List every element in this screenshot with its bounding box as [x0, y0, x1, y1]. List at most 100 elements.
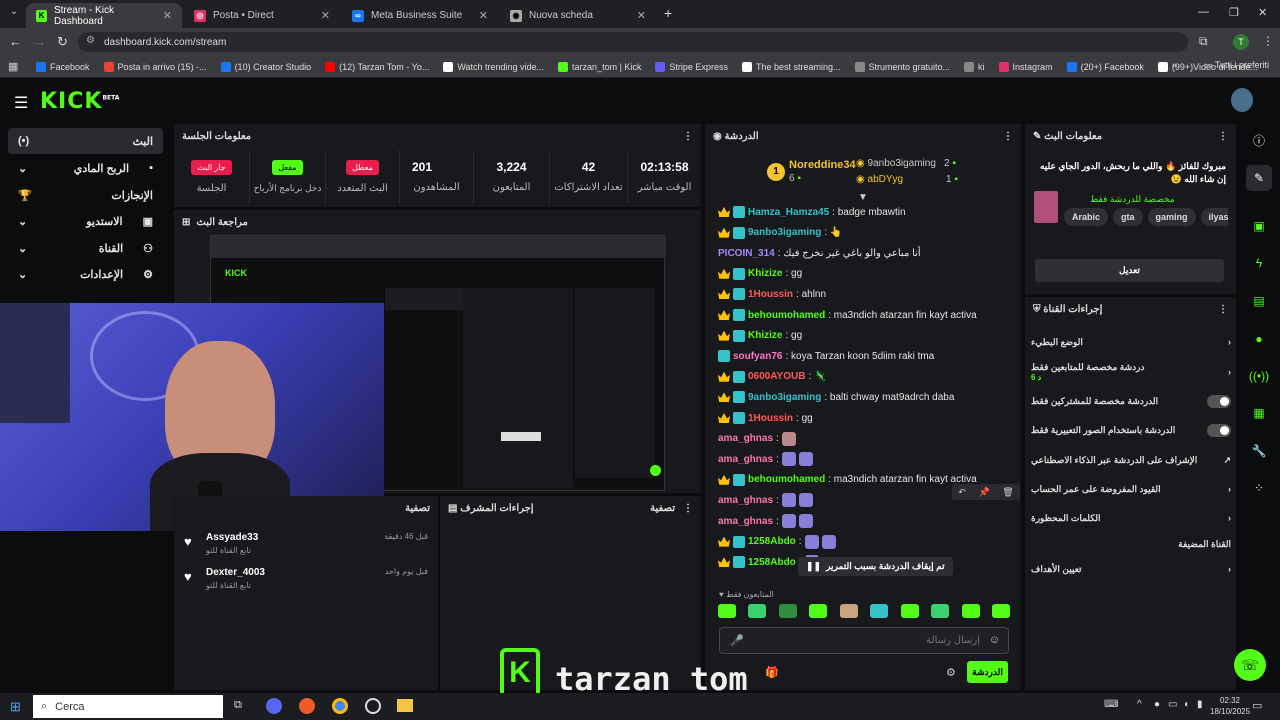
- chat-emote[interactable]: [798, 452, 813, 467]
- pin-icon[interactable]: 📌: [978, 487, 989, 498]
- microphone-icon[interactable]: 🎤: [730, 634, 744, 647]
- chat-username[interactable]: ama_ghnas: [718, 516, 773, 527]
- taskbar-clock[interactable]: 02:32 18/10/2025: [1210, 695, 1250, 717]
- forward-icon[interactable]: →: [33, 34, 46, 49]
- emote[interactable]: [931, 604, 950, 618]
- edit-stream-button[interactable]: تعديل: [1035, 259, 1224, 282]
- gift-icon[interactable]: 🎁: [765, 666, 779, 679]
- close-icon[interactable]: ✕: [479, 9, 488, 22]
- taskbar-search[interactable]: ⌕ Cerca: [33, 695, 223, 718]
- chat-message[interactable]: 0600AYOUB: 🦎: [718, 367, 826, 387]
- panel-menu-icon[interactable]: ⋮: [1003, 131, 1013, 142]
- chat-emote[interactable]: [804, 534, 819, 549]
- chat-message[interactable]: ama_ghnas:: [718, 449, 813, 469]
- chat-message[interactable]: PICOIN_314: أنا مباعي والو باغي غير نخرج…: [718, 243, 921, 263]
- network-icon[interactable]: ▭: [1168, 699, 1177, 710]
- chat-emote[interactable]: [798, 493, 813, 508]
- chat-message-field[interactable]: [750, 631, 980, 650]
- chat-username[interactable]: behoumohamed: [748, 474, 825, 485]
- chat-username[interactable]: 9anbo3igaming: [748, 227, 821, 238]
- panel-menu-icon[interactable]: ⋮: [1218, 304, 1228, 315]
- chat-message[interactable]: ama_ghnas:: [718, 429, 796, 449]
- tab-search-icon[interactable]: ⌄: [6, 6, 22, 22]
- hamburger-menu-icon[interactable]: ☰: [14, 93, 28, 113]
- chat-username[interactable]: Khizize: [748, 268, 782, 279]
- chat-message[interactable]: Hamza_Hamza45: badge mbawtin: [718, 202, 906, 222]
- close-icon[interactable]: ✕: [163, 9, 172, 22]
- emote[interactable]: [809, 604, 828, 618]
- bookmark-item[interactable]: tarzan_tom | Kick: [558, 61, 641, 72]
- chat-username[interactable]: 1258Abdo: [748, 536, 796, 547]
- nav-item-stream[interactable]: (•) البث: [8, 128, 163, 154]
- battery-icon[interactable]: ▮: [1197, 699, 1203, 710]
- close-icon[interactable]: ✕: [321, 9, 330, 22]
- tag[interactable]: gaming: [1147, 208, 1196, 226]
- tab-instagram-direct[interactable]: ◎ Posta • Direct ✕: [184, 3, 340, 28]
- category-name[interactable]: مخصصة للدردشة فقط: [1090, 194, 1175, 205]
- volume-icon[interactable]: ◖: [1183, 699, 1189, 710]
- emote[interactable]: [991, 604, 1010, 618]
- profile-avatar[interactable]: T: [1233, 34, 1249, 50]
- set-goals-option[interactable]: تعيين الأهداف ›: [1031, 555, 1231, 583]
- file-explorer-icon[interactable]: [397, 699, 413, 712]
- followers-only-option[interactable]: دردشة مخصصة للمتابعين فقط 6 د ›: [1031, 358, 1231, 386]
- brave-icon[interactable]: [299, 698, 315, 714]
- emote[interactable]: [748, 604, 767, 618]
- chat-message[interactable]: behoumohamed: ma3ndich atarzan fin kayt …: [718, 470, 977, 490]
- broadcast-icon[interactable]: ((•)): [1246, 363, 1272, 389]
- bookmark-item[interactable]: Facebook: [36, 61, 90, 72]
- window-close-icon[interactable]: ✕: [1258, 6, 1267, 19]
- kick-logo[interactable]: KICKBETA: [40, 89, 119, 114]
- emote[interactable]: [870, 604, 889, 618]
- chat-settings-icon[interactable]: ⚙: [946, 666, 956, 679]
- chat-username[interactable]: Khizize: [748, 330, 782, 341]
- tab-new-tab[interactable]: ◉ Nuova scheda ✕: [500, 3, 656, 28]
- emote[interactable]: [718, 604, 736, 618]
- wrench-icon[interactable]: 🔧: [1246, 438, 1272, 464]
- chat-paused-banner[interactable]: ❚❚ تم إيقاف الدردشة بسبب التمرير: [798, 557, 953, 576]
- tag[interactable]: ilyaselmaliki: [1200, 208, 1228, 226]
- chat-emote[interactable]: [821, 534, 836, 549]
- nav-item-channel[interactable]: ⌄ القناة ⚇: [8, 235, 163, 261]
- tab-meta-business[interactable]: ∞ Meta Business Suite ✕: [342, 3, 498, 28]
- chat-username[interactable]: Hamza_Hamza45: [748, 207, 829, 218]
- top-chatter-name[interactable]: Noreddine34: [789, 159, 856, 171]
- send-chat-button[interactable]: الدردشة: [967, 661, 1008, 683]
- lightning-icon[interactable]: ϟ: [1246, 250, 1272, 276]
- chat-username[interactable]: 0600AYOUB: [748, 371, 805, 382]
- emote[interactable]: [839, 604, 858, 618]
- chat-emote[interactable]: [798, 514, 813, 528]
- info-icon[interactable]: ⓘ: [1246, 127, 1272, 153]
- tag[interactable]: gta: [1113, 208, 1143, 226]
- bookmark-item[interactable]: (10) Creator Studio: [220, 61, 311, 72]
- bookmark-item[interactable]: Watch trending vide...: [443, 61, 544, 72]
- chat-emote[interactable]: [781, 431, 796, 446]
- tab-kick-dashboard[interactable]: K Stream - Kick Dashboard ✕: [26, 3, 182, 28]
- obs-icon[interactable]: [365, 698, 381, 714]
- category-thumbnail[interactable]: [1034, 191, 1058, 223]
- user-avatar[interactable]: [1231, 88, 1253, 112]
- top-chatter-2[interactable]: ◉ 9anbo3igaming: [856, 158, 936, 169]
- notification-icon[interactable]: ▭: [1252, 699, 1262, 712]
- chat-input[interactable]: 🎤 ☺: [719, 627, 1009, 654]
- url-field[interactable]: ⚙ dashboard.kick.com/stream: [78, 32, 1188, 52]
- minimize-icon[interactable]: —: [1198, 6, 1209, 18]
- top-chatter-3[interactable]: ◉ abDYyg: [856, 174, 903, 185]
- chat-username[interactable]: 1258Abdo: [748, 557, 796, 568]
- nav-item-studio[interactable]: ⌄ الاستديو ▣: [8, 208, 163, 234]
- nav-item-achievements[interactable]: 🏆 الإنجازات: [8, 182, 163, 208]
- chat-username[interactable]: PICOIN_314: [718, 248, 775, 259]
- chrome-icon[interactable]: [332, 698, 348, 714]
- reload-icon[interactable]: ↻: [57, 34, 68, 50]
- emote[interactable]: [900, 604, 919, 618]
- chat-message[interactable]: Khizize: gg: [718, 326, 802, 346]
- bookmark-item[interactable]: Posta in arrivo (15) -...: [103, 61, 207, 72]
- chat-message[interactable]: 9anbo3igaming: balti chway mat9adrch dab…: [718, 387, 954, 407]
- chat-username[interactable]: ama_ghnas: [718, 454, 773, 465]
- discord-icon[interactable]: [266, 698, 282, 714]
- account-age-option[interactable]: القيود المفروضة على عمر الحساب ›: [1031, 475, 1231, 503]
- more-bookmarks-icon[interactable]: »: [1172, 60, 1177, 70]
- ai-moderation-option[interactable]: الإشراف على الدردشة عبر الذكاء الاصطناعي…: [1031, 446, 1231, 474]
- chat-username[interactable]: 1Houssin: [748, 413, 793, 424]
- extensions-icon[interactable]: ⧉: [1199, 34, 1208, 49]
